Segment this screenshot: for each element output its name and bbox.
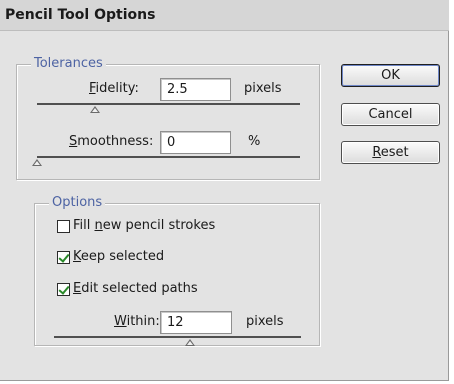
fidelity-slider-track[interactable] <box>37 103 300 105</box>
reset-button[interactable]: Reset <box>341 141 440 164</box>
keep-selected-label[interactable]: Keep selected <box>73 249 164 264</box>
tolerances-legend: Tolerances <box>31 56 106 71</box>
smoothness-input[interactable] <box>160 131 231 154</box>
fill-new-strokes-box[interactable] <box>57 220 70 233</box>
fidelity-unit: pixels <box>244 81 282 96</box>
fill-new-strokes-label[interactable]: Fill new pencil strokes <box>73 218 215 233</box>
options-legend: Options <box>49 195 106 210</box>
dialog-title: Pencil Tool Options <box>5 7 156 23</box>
within-slider-thumb[interactable] <box>184 339 195 346</box>
tolerances-group: Tolerances Fidelity: pixels Smoothness: … <box>16 56 320 180</box>
within-unit: pixels <box>246 314 284 329</box>
ok-button[interactable]: OK <box>341 64 440 87</box>
options-group: Options Fill new pencil strokes Keep sel… <box>34 195 320 346</box>
within-slider-track[interactable] <box>54 336 301 338</box>
smoothness-unit: % <box>248 134 261 149</box>
within-input[interactable] <box>160 311 232 334</box>
pencil-tool-options-dialog: Pencil Tool Options Tolerances Fidelity:… <box>0 0 449 381</box>
edit-selected-paths-box[interactable] <box>57 283 70 296</box>
fidelity-label: Fidelity: <box>89 81 139 96</box>
smoothness-label: Smoothness: <box>69 134 154 149</box>
cancel-button[interactable]: Cancel <box>341 103 440 126</box>
title-bar[interactable]: Pencil Tool Options <box>0 0 449 31</box>
smoothness-slider-track[interactable] <box>37 156 300 158</box>
within-label: Within: <box>114 314 160 329</box>
edit-selected-paths-label[interactable]: Edit selected paths <box>73 281 198 296</box>
fidelity-input[interactable] <box>160 78 231 101</box>
keep-selected-box[interactable] <box>57 251 70 264</box>
smoothness-slider-thumb[interactable] <box>32 159 42 166</box>
fidelity-slider-thumb[interactable] <box>89 106 100 113</box>
